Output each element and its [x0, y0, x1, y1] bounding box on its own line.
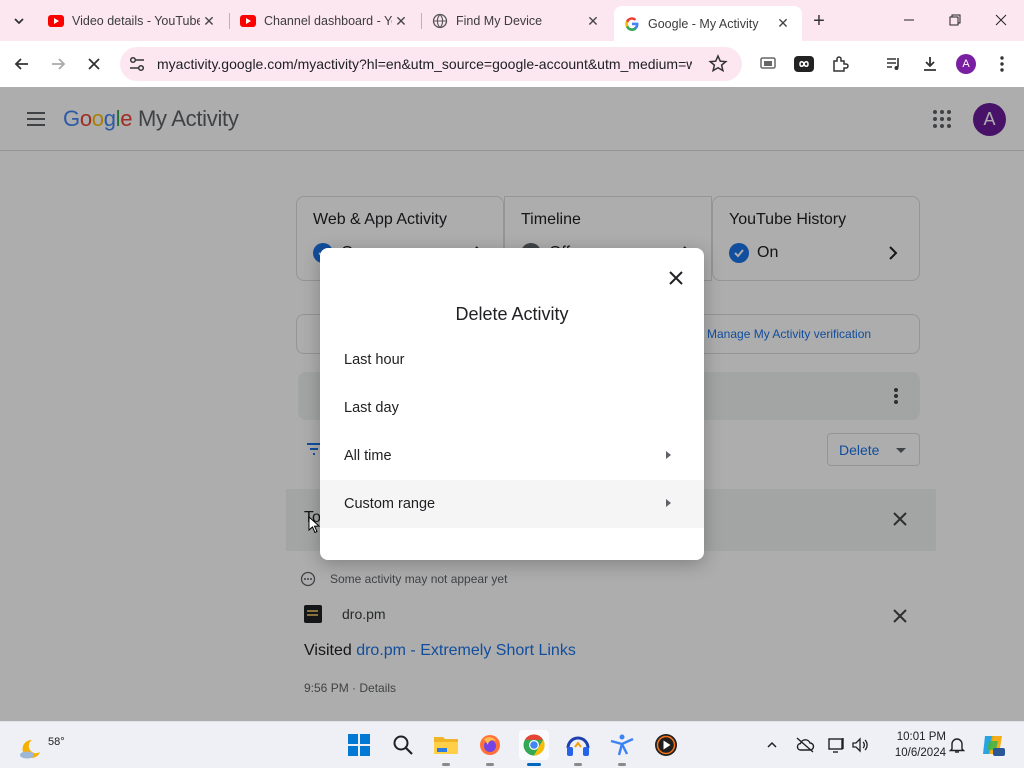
more-vert-icon: [1000, 56, 1004, 72]
windows-icon: [348, 734, 370, 756]
clock-date: 10/6/2024: [894, 747, 946, 759]
temperature: 58°: [48, 736, 65, 748]
arrow-right-icon: [52, 58, 66, 70]
google-icon: [624, 16, 640, 32]
firefox-button[interactable]: [475, 730, 505, 766]
minimize-icon: [904, 19, 914, 21]
close-dialog-button[interactable]: [664, 266, 688, 290]
minimize-button[interactable]: [894, 6, 924, 34]
option-custom-range[interactable]: Custom range: [320, 480, 704, 528]
option-last-day[interactable]: Last day: [320, 384, 704, 432]
chevron-right-icon: [666, 451, 671, 459]
chevron-up-icon: [767, 741, 777, 748]
chevron-right-icon: [666, 499, 671, 507]
tab-find-my-device[interactable]: Find My Device ✕: [422, 6, 612, 36]
running-indicator: [618, 763, 626, 766]
running-indicator: [486, 763, 494, 766]
avatar: A: [956, 54, 976, 74]
chrome-button[interactable]: [519, 730, 549, 766]
close-icon: [88, 58, 100, 70]
running-indicator: [527, 763, 541, 766]
tab-title: Video details - YouTube: [72, 14, 200, 28]
copilot-icon: [983, 736, 1005, 756]
folder-icon: [434, 737, 458, 754]
close-icon: [995, 14, 1007, 26]
clock-time: 10:01 PM: [896, 731, 946, 743]
windows-taskbar: 58° 10:01 PM 10/6/2024: [0, 721, 1024, 768]
youtube-icon: [240, 13, 256, 29]
stop-loading-button[interactable]: [80, 50, 108, 78]
stickman-app-button[interactable]: [607, 730, 637, 766]
back-button[interactable]: [8, 50, 36, 78]
running-indicator: [442, 763, 450, 766]
start-button[interactable]: [344, 730, 374, 760]
tab-video-details[interactable]: Video details - YouTube ✕: [38, 6, 228, 36]
file-explorer-button[interactable]: [431, 730, 461, 766]
chrome-icon: [523, 734, 545, 756]
globe-icon: [432, 13, 448, 29]
tab-my-activity[interactable]: Google - My Activity ✕: [614, 6, 802, 41]
option-last-hour[interactable]: Last hour: [320, 336, 704, 384]
close-icon[interactable]: ✕: [392, 12, 410, 30]
download-icon[interactable]: [918, 52, 942, 76]
system-clock[interactable]: 10:01 PM 10/6/2024: [876, 729, 946, 761]
modal-scrim-header[interactable]: [0, 87, 1024, 151]
weather-widget[interactable]: 58°: [16, 728, 65, 762]
cast-icon[interactable]: [756, 52, 780, 76]
dialog-title: Delete Activity: [455, 304, 569, 324]
delete-activity-dialog: Delete Activity Last hour Last day All t…: [320, 248, 704, 560]
copilot-button[interactable]: [980, 732, 1006, 758]
close-icon[interactable]: ✕: [774, 15, 792, 33]
youtube-icon: [48, 13, 64, 29]
browser-toolbar: myactivity.google.com/myactivity?hl=en&u…: [0, 41, 1024, 87]
media-controls-icon[interactable]: [882, 52, 906, 76]
volume-icon: [852, 737, 868, 753]
forward-button[interactable]: [44, 50, 72, 78]
star-icon[interactable]: [708, 54, 728, 74]
weather-moon-icon: [20, 739, 40, 759]
arrow-left-icon: [14, 58, 28, 70]
browser-menu-button[interactable]: [990, 52, 1014, 76]
tab-title: Channel dashboard - YouTube: [264, 14, 392, 28]
media-player-button[interactable]: [651, 730, 681, 760]
close-window-button[interactable]: [986, 6, 1016, 34]
tab-search-button[interactable]: [6, 8, 32, 34]
chevron-down-icon: [14, 18, 24, 25]
close-icon: [669, 271, 683, 285]
restore-button[interactable]: [940, 6, 970, 34]
notifications-button[interactable]: [946, 734, 968, 756]
address-bar[interactable]: myactivity.google.com/myactivity?hl=en&u…: [120, 47, 742, 81]
profile-button[interactable]: A: [954, 52, 978, 76]
search-button[interactable]: [388, 730, 418, 760]
restore-icon: [949, 14, 961, 26]
monitor-network-icon: [828, 738, 844, 753]
tab-strip: Video details - YouTube ✕ Channel dashbo…: [0, 0, 1024, 41]
onedrive-tray-button[interactable]: [794, 734, 816, 756]
firefox-icon: [480, 735, 500, 755]
close-icon[interactable]: ✕: [584, 12, 602, 30]
cloud-off-icon: [796, 737, 815, 753]
bell-icon: [949, 738, 965, 753]
new-tab-button[interactable]: +: [808, 10, 830, 32]
show-hidden-icons-button[interactable]: [761, 734, 783, 756]
network-tray-button[interactable]: [826, 734, 848, 756]
headphones-icon: [566, 736, 590, 756]
dancer-icon: [610, 734, 634, 756]
mouse-cursor-icon: [308, 516, 320, 534]
extensions-icon[interactable]: [828, 52, 852, 76]
tab-title: Find My Device: [456, 14, 543, 28]
tab-title: Google - My Activity: [648, 16, 759, 31]
url-text: myactivity.google.com/myactivity?hl=en&u…: [157, 56, 692, 72]
running-indicator: [574, 763, 582, 766]
option-all-time[interactable]: All time: [320, 432, 704, 480]
volume-tray-button[interactable]: [850, 734, 872, 756]
tab-channel-dashboard[interactable]: Channel dashboard - YouTube ✕: [230, 6, 420, 36]
search-icon: [393, 735, 413, 755]
extension-infinity-icon[interactable]: [792, 52, 816, 76]
audio-app-button[interactable]: [563, 730, 593, 766]
site-settings-icon[interactable]: [128, 55, 146, 73]
close-icon[interactable]: ✕: [200, 12, 218, 30]
play-circle-icon: [655, 734, 677, 756]
